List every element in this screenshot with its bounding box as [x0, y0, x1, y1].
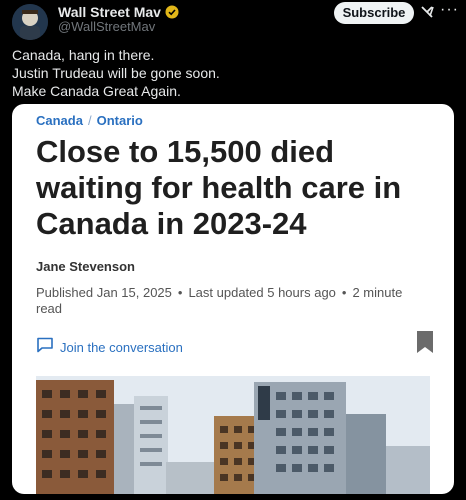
avatar[interactable] [12, 4, 48, 40]
headline-line: waiting for health care in [36, 170, 402, 205]
article-card[interactable]: Canada / Ontario Close to 15,500 died wait… [12, 104, 454, 494]
join-conversation-link[interactable]: Join the conversation [36, 337, 183, 358]
separator-dot: • [341, 285, 347, 300]
tweet-line: Make Canada Great Again. [12, 83, 181, 99]
published-date: Published Jan 15, 2025 [36, 285, 172, 300]
verified-badge-icon [165, 5, 179, 19]
join-conversation-label: Join the conversation [60, 340, 183, 355]
subscribe-button[interactable]: Subscribe [334, 2, 414, 24]
grok-icon[interactable] [420, 5, 434, 23]
separator-dot: • [177, 285, 183, 300]
headline-line: Close to 15,500 died [36, 134, 335, 169]
breadcrumb: Canada / Ontario [36, 113, 143, 128]
user-handle[interactable]: @WallStreetMav [58, 19, 155, 34]
hospital-photo[interactable] [36, 376, 430, 494]
avatar-image [12, 4, 48, 40]
publish-info: Published Jan 15, 2025 • Last updated 5 ho… [36, 285, 436, 317]
tweet-line: Justin Trudeau will be gone soon. [12, 65, 220, 81]
byline[interactable]: Jane Stevenson [36, 259, 135, 274]
tweet-header: Wall Street Mav @WallStreetMav Subscribe… [0, 0, 466, 40]
bookmark-icon[interactable] [416, 330, 434, 354]
more-icon[interactable]: ··· [440, 1, 459, 19]
breadcrumb-separator: / [87, 113, 92, 128]
article-headline: Close to 15,500 died waiting for health … [36, 134, 436, 242]
tweet-line: Canada, hang in there. [12, 47, 155, 63]
last-updated: Last updated 5 hours ago [188, 285, 336, 300]
comment-icon [36, 337, 54, 358]
read-time: 2 minute [352, 285, 403, 300]
breadcrumb-ontario[interactable]: Ontario [97, 113, 143, 128]
tweet-text: Canada, hang in there. Justin Trudeau wi… [12, 46, 220, 100]
headline-line: Canada in 2023-24 [36, 206, 307, 241]
display-name[interactable]: Wall Street Mav [58, 4, 161, 20]
breadcrumb-canada[interactable]: Canada [36, 113, 83, 128]
read-time-cont: read [36, 301, 63, 316]
